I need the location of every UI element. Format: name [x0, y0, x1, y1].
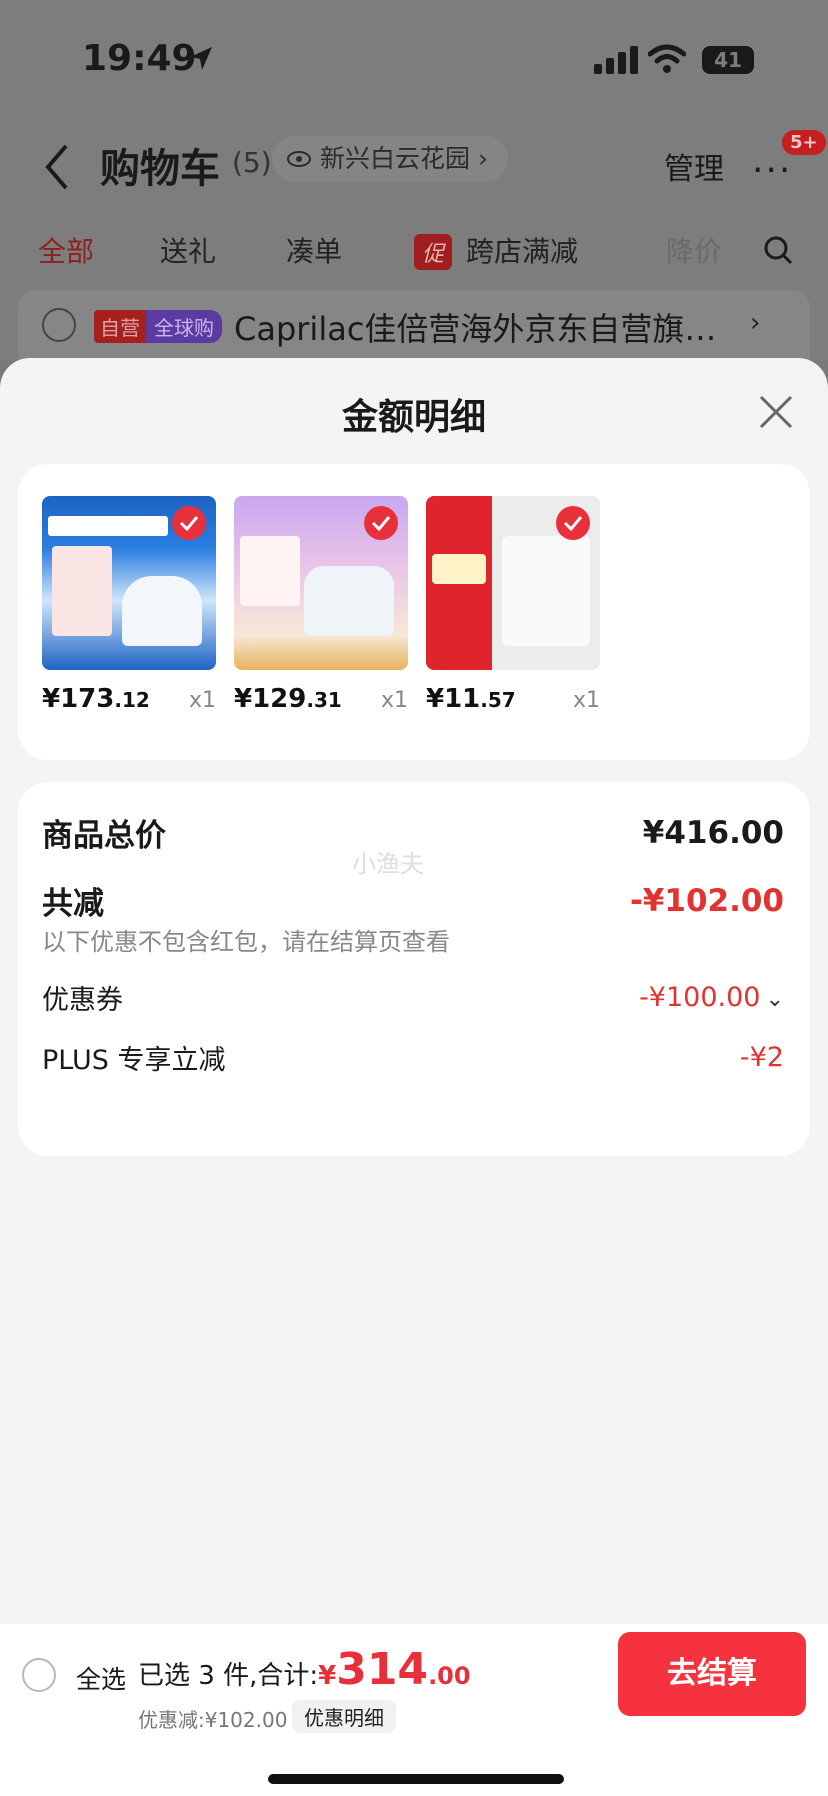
address-text: 新兴白云花园 [320, 144, 471, 173]
product-image [426, 496, 600, 670]
product-qty: x1 [188, 688, 216, 713]
page-title: 购物车 [100, 146, 220, 192]
product-price: ¥11.57 [426, 684, 516, 714]
tab-all[interactable]: 全部 [38, 230, 94, 270]
summary-label: 已选 3 件,合计: [138, 1661, 319, 1691]
checked-icon [172, 506, 206, 540]
product-price: ¥173.12 [42, 684, 150, 714]
self-operated-tag: 自营 [94, 310, 146, 343]
manage-button[interactable]: 管理 [664, 144, 724, 188]
tab-cross-store[interactable]: 促跨店满减 [414, 230, 578, 270]
shop-select-radio[interactable] [42, 308, 76, 342]
promo-tag: 促 [414, 234, 453, 270]
search-icon[interactable] [762, 234, 794, 266]
wifi-icon [648, 44, 686, 73]
chevron-down-icon[interactable]: ⌄ [766, 987, 784, 1012]
shop-name: Caprilac佳倍营海外京东自营旗… [234, 310, 717, 348]
back-icon[interactable] [42, 142, 72, 192]
status-time: 19:49 [82, 38, 197, 79]
more-icon[interactable]: ··· [752, 150, 792, 191]
discount-detail-button[interactable]: 优惠明细 [292, 1700, 396, 1733]
product-item[interactable]: ¥129.31 x1 [234, 496, 408, 714]
sheet-title: 金额明细 [341, 397, 486, 438]
select-all-radio[interactable] [22, 1658, 56, 1692]
cart-count: (5) [232, 146, 272, 179]
product-image [42, 496, 216, 670]
product-item[interactable]: ¥173.12 x1 [42, 496, 216, 714]
checkout-bar: 全选 已选 3 件,合计:¥314.00 优惠减:¥102.00 优惠明细 去结… [0, 1624, 828, 1796]
total-decimal: .00 [428, 1662, 471, 1690]
discount-summary: 优惠减:¥102.00 [138, 1708, 288, 1732]
address-selector[interactable]: 新兴白云花园 › [272, 136, 509, 182]
chevron-right-icon: › [478, 144, 489, 173]
product-price: ¥129.31 [234, 684, 342, 714]
product-qty: x1 [380, 688, 408, 713]
eye-icon [287, 151, 311, 167]
tab-price-drop[interactable]: 降价 [666, 230, 722, 270]
product-image [234, 496, 408, 670]
cellular-signal-icon [594, 46, 642, 74]
amount-detail-sheet: 金额明细 ¥173.12 x1 ¥129.31 x1 ¥11.57 x1 小渔夫… [0, 358, 828, 1796]
select-all-label[interactable]: 全选 [76, 1660, 126, 1696]
product-item[interactable]: ¥11.57 x1 [426, 496, 600, 714]
coupon-row[interactable]: 优惠券 -¥100.00 ⌄ [42, 978, 784, 1017]
home-indicator [268, 1774, 564, 1784]
global-purchase-tag: 全球购 [146, 310, 222, 343]
coupon-label: 优惠券 [42, 985, 123, 1016]
coupon-value: -¥100.00 [639, 982, 761, 1013]
battery-icon: 41 [702, 46, 754, 74]
price-breakdown-card: 小渔夫 商品总价 ¥416.00 共减 -¥102.00 以下优惠不包含红包，请… [18, 782, 810, 1156]
filter-tabs: 全部 送礼 凑单 促跨店满减 降价 [0, 220, 828, 280]
checkout-button[interactable]: 去结算 [618, 1632, 806, 1716]
shop-row[interactable]: 自营 全球购 Caprilac佳倍营海外京东自营旗… › [18, 290, 810, 360]
cart-header: 购物车 (5) 新兴白云花园 › 管理 ··· 5+ [0, 120, 828, 220]
location-arrow-icon [190, 47, 212, 70]
total-amount: 314 [336, 1644, 429, 1695]
product-qty: x1 [572, 688, 600, 713]
status-bar: 19:49 41 [0, 0, 828, 120]
checked-icon [364, 506, 398, 540]
tab-gift[interactable]: 送礼 [160, 230, 216, 270]
total-reduction-label: 共减 [42, 886, 104, 922]
tab-cross-store-label: 跨店满减 [466, 235, 579, 268]
reduction-note: 以下优惠不包含红包，请在结算页查看 [42, 928, 450, 956]
tab-bundle[interactable]: 凑单 [286, 230, 342, 270]
close-icon[interactable] [758, 394, 794, 430]
selection-summary: 已选 3 件,合计:¥314.00 [138, 1644, 471, 1695]
subtotal-value: ¥416.00 [642, 814, 784, 851]
total-reduction-value: -¥102.00 [629, 882, 784, 919]
checked-icon [556, 506, 590, 540]
chevron-right-icon: › [750, 308, 761, 338]
message-badge: 5+ [782, 130, 826, 155]
total-currency: ¥ [318, 1661, 337, 1691]
plus-discount-label: PLUS 专享立减 [42, 1045, 226, 1076]
subtotal-label: 商品总价 [42, 818, 166, 854]
plus-discount-value: -¥2 [739, 1042, 784, 1073]
product-list-card: ¥173.12 x1 ¥129.31 x1 ¥11.57 x1 [18, 464, 810, 760]
